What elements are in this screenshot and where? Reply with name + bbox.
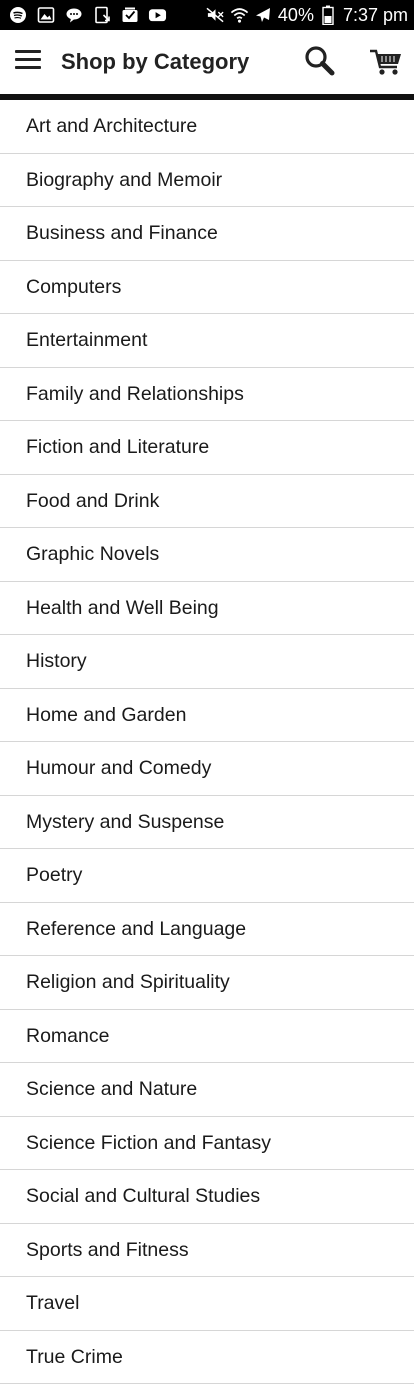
category-item-business-and-finance[interactable]: Business and Finance: [0, 207, 414, 261]
inbox-icon: [120, 5, 139, 24]
category-item-science-fiction-and-fantasy[interactable]: Science Fiction and Fantasy: [0, 1117, 414, 1171]
category-item-graphic-novels[interactable]: Graphic Novels: [0, 528, 414, 582]
battery-icon: [319, 6, 338, 25]
youtube-icon: [148, 5, 167, 24]
category-label: Mystery and Suspense: [26, 796, 224, 849]
category-label: Science and Nature: [26, 1063, 197, 1116]
category-item-true-crime[interactable]: True Crime: [0, 1331, 414, 1384]
category-label: Family and Relationships: [26, 368, 244, 421]
category-item-home-and-garden[interactable]: Home and Garden: [0, 689, 414, 743]
clock: 7:37 pm: [343, 4, 408, 26]
search-icon[interactable]: [303, 44, 337, 78]
category-label: Biography and Memoir: [26, 154, 222, 207]
category-label: Travel: [26, 1277, 79, 1330]
spotify-icon: [8, 5, 27, 24]
app-bar: Shop by Category: [0, 30, 414, 94]
category-label: Home and Garden: [26, 689, 186, 742]
category-item-sports-and-fitness[interactable]: Sports and Fitness: [0, 1224, 414, 1278]
wifi-icon: [230, 6, 249, 25]
system-indicators: 40% 7:37 pm: [206, 4, 408, 26]
notification-icons: [8, 5, 167, 24]
category-label: Poetry: [26, 849, 82, 902]
category-item-entertainment[interactable]: Entertainment: [0, 314, 414, 368]
category-label: Romance: [26, 1010, 109, 1063]
category-item-food-and-drink[interactable]: Food and Drink: [0, 475, 414, 529]
category-item-computers[interactable]: Computers: [0, 261, 414, 315]
category-item-history[interactable]: History: [0, 635, 414, 689]
status-bar: 40% 7:37 pm: [0, 0, 414, 30]
category-item-fiction-and-literature[interactable]: Fiction and Literature: [0, 421, 414, 475]
category-item-biography-and-memoir[interactable]: Biography and Memoir: [0, 154, 414, 208]
category-label: Entertainment: [26, 314, 147, 367]
category-item-reference-and-language[interactable]: Reference and Language: [0, 903, 414, 957]
category-label: Reference and Language: [26, 903, 246, 956]
airplane-icon: [254, 6, 273, 25]
category-label: Science Fiction and Fantasy: [26, 1117, 271, 1170]
category-list: Art and Architecture Biography and Memoi…: [0, 100, 414, 1384]
download-icon: [92, 5, 111, 24]
category-label: History: [26, 635, 87, 688]
category-label: Food and Drink: [26, 475, 159, 528]
category-item-art-and-architecture[interactable]: Art and Architecture: [0, 100, 414, 154]
hamburger-menu-icon[interactable]: [15, 50, 41, 72]
category-item-humour-and-comedy[interactable]: Humour and Comedy: [0, 742, 414, 796]
category-label: Art and Architecture: [26, 100, 197, 153]
category-item-mystery-and-suspense[interactable]: Mystery and Suspense: [0, 796, 414, 850]
category-item-romance[interactable]: Romance: [0, 1010, 414, 1064]
category-label: Fiction and Literature: [26, 421, 209, 474]
battery-percent: 40%: [278, 4, 314, 26]
category-item-travel[interactable]: Travel: [0, 1277, 414, 1331]
category-label: Social and Cultural Studies: [26, 1170, 260, 1223]
category-label: True Crime: [26, 1331, 123, 1384]
chat-icon: [64, 5, 83, 24]
category-label: Sports and Fitness: [26, 1224, 189, 1277]
cart-icon[interactable]: [369, 46, 403, 78]
category-label: Business and Finance: [26, 207, 218, 260]
mute-icon: [206, 6, 225, 25]
category-item-poetry[interactable]: Poetry: [0, 849, 414, 903]
category-label: Religion and Spirituality: [26, 956, 230, 1009]
category-label: Graphic Novels: [26, 528, 159, 581]
page-title: Shop by Category: [61, 48, 249, 76]
category-item-health-and-well-being[interactable]: Health and Well Being: [0, 582, 414, 636]
category-item-family-and-relationships[interactable]: Family and Relationships: [0, 368, 414, 422]
gallery-icon: [36, 5, 55, 24]
category-label: Computers: [26, 261, 121, 314]
category-label: Humour and Comedy: [26, 742, 211, 795]
category-label: Health and Well Being: [26, 582, 219, 635]
category-item-social-and-cultural-studies[interactable]: Social and Cultural Studies: [0, 1170, 414, 1224]
category-item-religion-and-spirituality[interactable]: Religion and Spirituality: [0, 956, 414, 1010]
category-item-science-and-nature[interactable]: Science and Nature: [0, 1063, 414, 1117]
